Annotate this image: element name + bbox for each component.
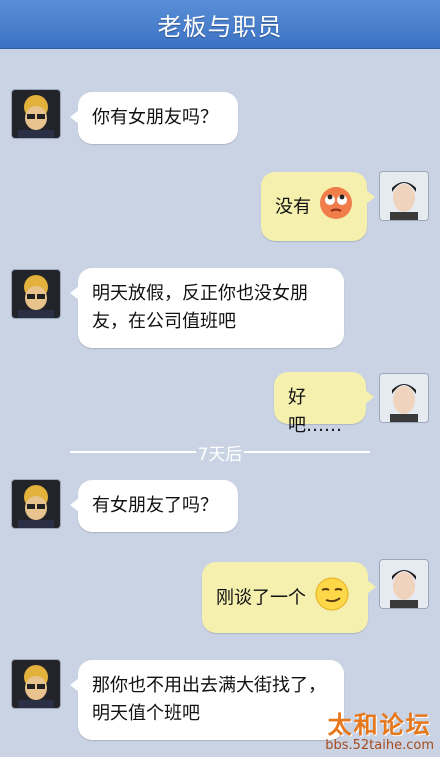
- time-divider: 7天后: [0, 440, 440, 465]
- chat-title: 老板与职员: [157, 12, 283, 41]
- forum-watermark: 太和论坛 bbs.52taihe.com: [325, 705, 434, 753]
- watermark-title: 太和论坛: [327, 711, 432, 739]
- message-text: 那你也不用出去满大街找了，明天值个班吧: [92, 675, 326, 724]
- divider-line: [244, 451, 371, 453]
- message-bubble: 明天放假，反正你也没女朋友，在公司值班吧: [70, 268, 344, 348]
- employee-avatar[interactable]: [380, 172, 428, 220]
- divider-text: 7天后: [197, 444, 243, 465]
- rolling-eyes-emoji: [319, 186, 353, 229]
- boss-avatar[interactable]: [12, 90, 60, 138]
- smirk-emoji: [314, 576, 350, 621]
- message-bubble: 好吧……: [274, 372, 374, 436]
- message-bubble: 那你也不用出去满大街找了，明天值个班吧: [70, 660, 344, 740]
- message-bubble: 有女朋友了吗？: [70, 480, 238, 532]
- boss-avatar[interactable]: [12, 270, 60, 318]
- employee-avatar[interactable]: [380, 374, 428, 422]
- employee-avatar[interactable]: [380, 560, 428, 608]
- message-text: 明天放假，反正你也没女朋友，在公司值班吧: [92, 283, 308, 332]
- message-bubble: 刚谈了一个: [202, 562, 376, 633]
- message-text: 刚谈了一个: [216, 587, 306, 609]
- message-text: 好吧……: [288, 387, 342, 436]
- message-text: 没有: [275, 196, 311, 218]
- message-bubble: 没有: [261, 172, 375, 241]
- boss-avatar[interactable]: [12, 480, 60, 528]
- boss-avatar[interactable]: [12, 660, 60, 708]
- message-text: 你有女朋友吗？: [92, 107, 218, 128]
- message-bubble: 你有女朋友吗？: [70, 92, 238, 144]
- message-text: 有女朋友了吗？: [92, 495, 218, 516]
- title-bar: 老板与职员: [0, 0, 440, 49]
- divider-line: [69, 451, 196, 453]
- watermark-url: bbs.52taihe.com: [325, 738, 434, 753]
